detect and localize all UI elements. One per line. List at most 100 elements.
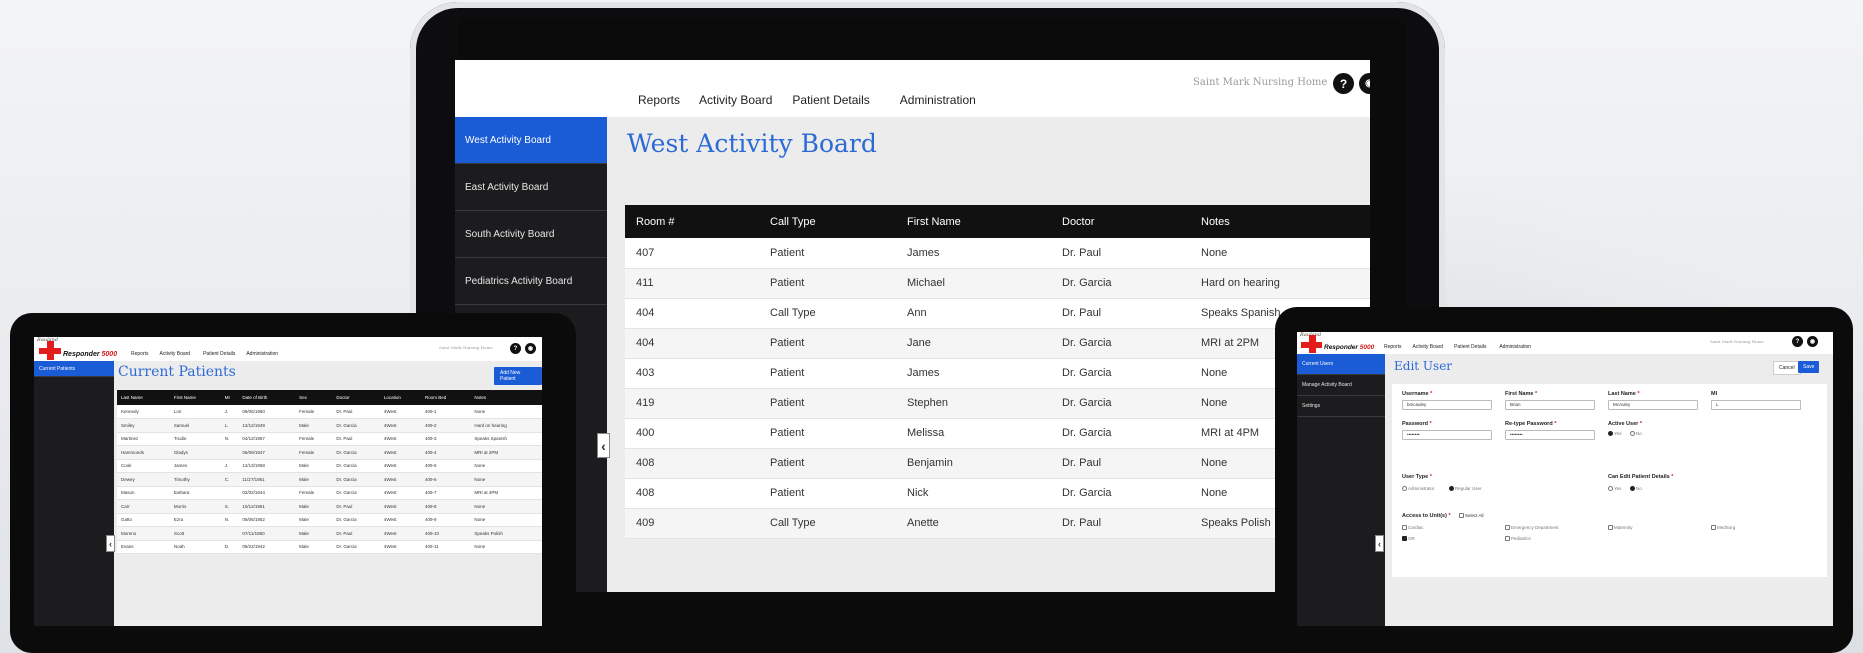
col-doctor[interactable]: Doctor [1051,205,1190,238]
table-row[interactable]: Carr Morris S. 10/12/1961 Male Dr. Paul 4West 4… [117,499,542,514]
column-header[interactable]: Location [379,390,421,405]
column-header[interactable]: Doctor [332,390,380,405]
table-row[interactable]: 407 Patient James Dr. Paul None [625,238,1370,269]
table-row[interactable]: Evans Noah D. 09/22/1942 Male Dr. Garcia 4West… [117,540,542,554]
cancel-button[interactable]: Cancel [1773,361,1801,375]
user-icon[interactable]: ◉ [1359,73,1370,94]
table-row[interactable]: 409 Call Type Anette Dr. Paul Speaks Polish [625,508,1370,539]
mi-field[interactable]: L [1711,400,1801,410]
user-icon[interactable]: ◉ [525,343,536,354]
patient-last-name-link[interactable]: Gatto [117,513,170,527]
nav-activity-board[interactable]: Activity Board [160,351,202,361]
table-row[interactable]: 404 Patient Jane Dr. Garcia MRI at 2PM [625,328,1370,359]
unit-maternity-checkbox[interactable]: Maternity [1608,525,1633,531]
table-row[interactable]: Cook James J. 12/13/1958 Male Dr. Garcia 4West… [117,459,542,473]
col-room[interactable]: Room # [625,205,759,238]
unit-medsurg-checkbox[interactable]: MedSurg [1711,525,1735,531]
table-row[interactable]: 404 Call Type Ann Dr. Paul Speaks Spanish [625,298,1370,329]
table-row[interactable]: Dewey Timothy C. 11/27/1951 Male Dr. Garcia 4W… [117,472,542,487]
nav-administration[interactable]: Administration [246,351,278,361]
user-icon[interactable]: ◉ [1807,336,1818,347]
table-row[interactable]: 408 Patient Benjamin Dr. Paul None [625,448,1370,479]
table-cell: 409-10 [420,526,471,541]
unit-cardiac-checkbox[interactable]: Cardiac [1402,525,1424,531]
can-edit-no-radio[interactable]: No [1630,486,1642,492]
table-cell: 12/13/1958 [238,459,296,473]
patient-last-name-link[interactable]: Hammonds [117,445,170,460]
table-row[interactable]: Smiley Samuel L. 12/12/1949 Male Dr. Garcia 4W… [117,418,542,433]
nav-reports[interactable]: Reports [638,93,696,117]
col-call-type[interactable]: Call Type [759,205,896,238]
patient-last-name-link[interactable]: Evans [117,540,170,554]
patient-last-name-link[interactable]: Smiley [117,418,170,433]
sidebar-item-south[interactable]: South Activity Board [455,211,607,258]
collapse-sidebar-chevron-icon[interactable]: ‹ [597,433,610,458]
laptop-screen: Rauland Responder 5000 Reports Activity … [455,60,1370,592]
nav-patient-details[interactable]: Patient Details [201,351,237,361]
table-row[interactable]: Hammonds Gladys 06/09/1947 Female Dr. Garcia… [117,445,542,460]
col-notes[interactable]: Notes [1190,205,1370,238]
table-row[interactable]: 411 Patient Michael Dr. Garcia Hard on heari… [625,268,1370,299]
patient-last-name-link[interactable]: Mason [117,486,170,500]
unit-emergency-checkbox[interactable]: Emergency Department [1505,525,1559,531]
retype-password-field[interactable]: •••••••• [1505,430,1595,440]
patient-last-name-link[interactable]: Martinez [117,432,170,446]
select-all-checkbox[interactable]: Select All [1459,513,1484,519]
user-type-admin-radio[interactable]: Administrator [1402,486,1435,492]
help-icon[interactable]: ? [1333,73,1354,94]
sidebar-item-current-patients[interactable]: Current Patients [34,361,114,377]
collapse-sidebar-chevron-icon[interactable]: ‹ [1375,535,1384,552]
sidebar-item-pediatrics[interactable]: Pediatrics Activity Board [455,258,607,305]
column-header[interactable]: MI [220,390,239,405]
table-row[interactable]: Mason barbara 02/02/1944 Female Dr. Garcia 4W… [117,486,542,500]
active-yes-radio[interactable]: Yes [1608,431,1621,437]
table-row[interactable]: 403 Patient James Dr. Garcia None [625,358,1370,389]
table-row[interactable]: Martinez Trudie N. 04/12/1957 Female Dr. Paul… [117,432,542,446]
table-row[interactable]: Moreno Scott 07/11/1950 Male Dr. Paul 4West 40… [117,526,542,541]
table-row[interactable]: 408 Patient Nick Dr. Garcia None [625,478,1370,509]
sidebar-item-east[interactable]: East Activity Board [455,164,607,211]
help-icon[interactable]: ? [1792,336,1803,347]
help-icon[interactable]: ? [510,343,521,354]
table-row[interactable]: 400 Patient Melissa Dr. Garcia MRI at 4PM [625,418,1370,449]
column-header[interactable]: First Name [169,390,221,405]
nav-patient-details[interactable]: Patient Details [1454,344,1497,354]
nav-reports[interactable]: Reports [1384,344,1413,354]
sidebar-item-settings[interactable]: Settings [1297,396,1385,417]
save-button[interactable]: Save [1798,361,1820,373]
active-no-radio[interactable]: No [1630,431,1642,437]
unit-or-checkbox[interactable]: OR [1402,536,1415,542]
column-header[interactable]: Notes [470,390,542,405]
patient-last-name-link[interactable]: Dewey [117,472,170,487]
unit-pediatrics-checkbox[interactable]: Pediatrics [1505,536,1531,542]
last-name-field[interactable]: McAuley [1608,400,1698,410]
add-new-patient-button[interactable]: Add New Patient [494,367,542,385]
can-edit-yes-radio[interactable]: Yes [1608,486,1621,492]
sidebar-item-manage-activity-board[interactable]: Manage Activity Board [1297,375,1385,396]
nav-patient-details[interactable]: Patient Details [792,93,899,117]
table-row[interactable]: Kennedy Lori J. 09/05/1950 Female Dr. Paul 4We… [117,405,542,419]
password-field[interactable]: •••••••• [1402,430,1492,440]
username-field[interactable]: bmcauley [1402,400,1492,410]
column-header[interactable]: Room Bed [420,390,471,405]
sidebar-item-current-users[interactable]: Current Users [1297,354,1385,375]
patient-last-name-link[interactable]: Kennedy [117,405,170,419]
nav-administration[interactable]: Administration [900,93,976,117]
first-name-field[interactable]: Brian [1505,400,1595,410]
nav-reports[interactable]: Reports [131,351,160,361]
nav-activity-board[interactable]: Activity Board [1413,344,1455,354]
col-first-name[interactable]: First Name [896,205,1051,238]
table-row[interactable]: Gatto Ezra N. 06/06/1952 Male Dr. Garcia 4West… [117,513,542,527]
sidebar-item-west[interactable]: West Activity Board [455,117,607,164]
table-row[interactable]: 419 Patient Stephen Dr. Garcia None [625,388,1370,419]
patient-last-name-link[interactable]: Carr [117,499,170,514]
column-header[interactable]: Last Name [117,390,170,405]
patient-last-name-link[interactable]: Cook [117,459,170,473]
nav-activity-board[interactable]: Activity Board [696,93,775,117]
column-header[interactable]: Sex [295,390,333,405]
user-type-regular-radio[interactable]: Regular User [1449,486,1482,492]
collapse-sidebar-chevron-icon[interactable]: ‹ [106,535,115,552]
column-header[interactable]: Date of Birth [238,390,296,405]
nav-administration[interactable]: Administration [1497,344,1533,354]
patient-last-name-link[interactable]: Moreno [117,526,170,541]
